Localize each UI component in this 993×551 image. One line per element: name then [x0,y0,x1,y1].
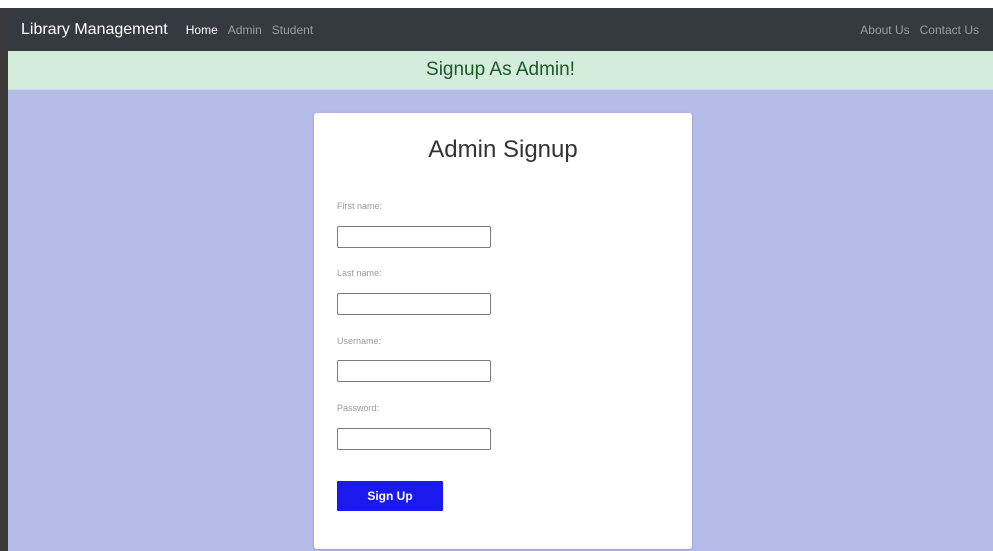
banner-heading: Signup As Admin! [426,59,575,80]
signup-banner: Signup As Admin! [8,51,993,90]
brand-logo-text[interactable]: Library Management [21,21,168,39]
nav-link-contact-us[interactable]: Contact Us [920,23,979,37]
top-navbar: Library Management Home Admin Student Ab… [8,8,993,51]
top-margin [0,0,993,8]
form-title: Admin Signup [428,136,578,163]
nav-link-about-us[interactable]: About Us [860,23,909,37]
username-label: Username: [337,336,382,346]
first-name-label: First name: [337,201,383,211]
nav-link-admin[interactable]: Admin [228,23,262,37]
sign-up-button[interactable]: Sign Up [337,481,443,511]
nav-left-links: Home Admin Student [186,23,313,37]
browser-viewport: Library Management Home Admin Student Ab… [0,0,993,551]
left-edge-border [0,8,8,551]
nav-right-links: About Us Contact Us [860,23,979,37]
main-content-area: Admin Signup First name: Last name: User… [8,90,993,551]
password-input[interactable] [337,428,491,450]
last-name-label: Last name: [337,268,382,278]
last-name-input[interactable] [337,293,491,315]
first-name-input[interactable] [337,226,491,248]
signup-form-card: Admin Signup First name: Last name: User… [314,113,692,549]
username-input[interactable] [337,360,491,382]
nav-link-student[interactable]: Student [272,23,313,37]
nav-link-home[interactable]: Home [186,23,218,37]
password-label: Password: [337,403,380,413]
